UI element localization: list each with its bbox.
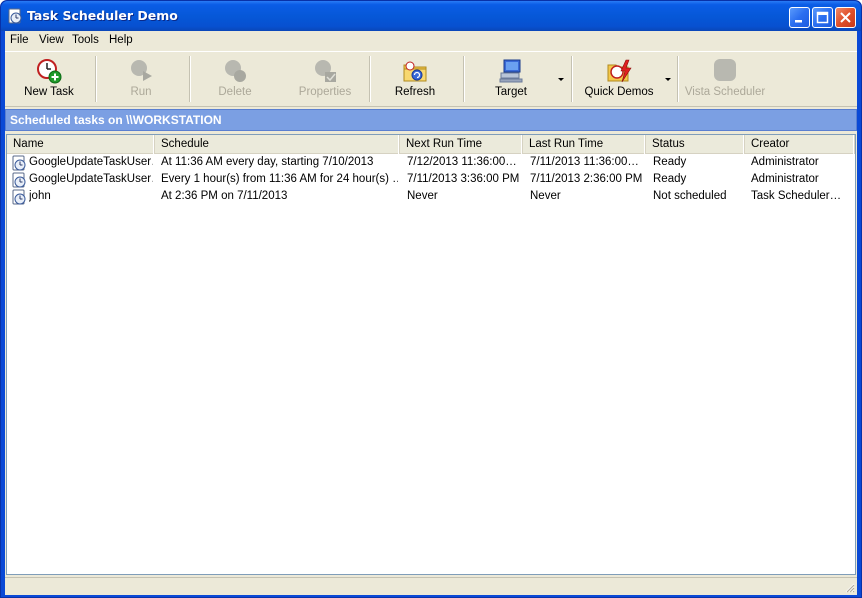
toolbar: New Task Run Delete Properties Refresh T… — [5, 51, 857, 107]
task-status: Ready — [653, 156, 687, 168]
table-row[interactable]: GoogleUpdateTaskUser… At 11:36 AM every … — [7, 155, 855, 172]
column-header-name[interactable]: Name — [7, 135, 155, 154]
refresh-label: Refresh — [394, 86, 436, 98]
column-header-creator[interactable]: Creator — [745, 135, 855, 154]
vista-scheduler-icon — [714, 59, 736, 81]
task-creator: Administrator — [751, 156, 819, 168]
minimize-button[interactable] — [789, 7, 810, 28]
maximize-button[interactable] — [812, 7, 833, 28]
task-schedule: At 2:36 PM on 7/11/2013 — [161, 190, 288, 202]
app-window: Task Scheduler Demo File View Tools Help — [0, 0, 862, 598]
window-title: Task Scheduler Demo — [27, 8, 178, 23]
menu-file[interactable]: File — [10, 34, 29, 46]
run-icon — [131, 60, 152, 81]
menu-bar: File View Tools Help — [5, 31, 857, 50]
delete-label: Delete — [218, 86, 252, 98]
vista-scheduler-label: Vista Scheduler — [684, 86, 766, 98]
column-header-last-run-time[interactable]: Last Run Time — [523, 135, 646, 154]
delete-icon — [225, 60, 246, 82]
refresh-button[interactable]: Refresh — [375, 52, 455, 106]
delete-button[interactable]: Delete — [195, 52, 275, 106]
computer-target-icon — [499, 59, 523, 83]
resize-grip-icon[interactable] — [843, 581, 855, 593]
task-status: Not scheduled — [653, 190, 727, 202]
refresh-folder-icon — [403, 61, 427, 82]
task-name: john — [29, 190, 51, 202]
quick-demos-dropdown-arrow-icon[interactable] — [665, 78, 671, 81]
task-next-run: 7/12/2013 11:36:00… — [407, 156, 517, 168]
maximize-icon — [816, 11, 829, 24]
table-row[interactable]: GoogleUpdateTaskUser… Every 1 hour(s) fr… — [7, 172, 855, 189]
toolbar-separator — [571, 56, 573, 102]
task-name: GoogleUpdateTaskUser… — [29, 156, 153, 168]
menu-help[interactable]: Help — [109, 34, 133, 46]
toolbar-separator — [369, 56, 371, 102]
column-header-schedule[interactable]: Schedule — [155, 135, 400, 154]
target-button[interactable]: Target — [471, 52, 551, 106]
task-list-header: Name Schedule Next Run Time Last Run Tim… — [7, 135, 855, 154]
task-creator: Task Scheduler… — [751, 190, 842, 202]
minimize-icon — [795, 20, 802, 23]
status-bar — [5, 577, 857, 595]
task-scheduler-app-icon — [8, 8, 22, 24]
toolbar-separator — [463, 56, 465, 102]
task-creator: Administrator — [751, 173, 819, 185]
close-icon — [840, 12, 851, 23]
target-dropdown-arrow-icon[interactable] — [558, 78, 564, 81]
task-list[interactable]: Name Schedule Next Run Time Last Run Tim… — [6, 134, 856, 575]
run-label: Run — [130, 86, 152, 98]
table-row[interactable]: john At 2:36 PM on 7/11/2013 Never Never… — [7, 189, 855, 206]
menu-tools[interactable]: Tools — [72, 34, 99, 46]
task-next-run: 7/11/2013 3:36:00 PM — [407, 173, 520, 185]
properties-label: Properties — [298, 86, 352, 98]
column-header-next-run-time[interactable]: Next Run Time — [400, 135, 523, 154]
task-last-run: 7/11/2013 11:36:00… — [530, 156, 639, 168]
scheduled-task-icon — [12, 189, 26, 205]
client-area: File View Tools Help New Task Run Delete… — [5, 31, 857, 595]
properties-icon — [315, 60, 336, 82]
task-last-run: Never — [530, 190, 561, 202]
menu-view[interactable]: View — [39, 34, 64, 46]
quick-demos-label: Quick Demos — [584, 86, 654, 98]
quick-demos-button[interactable]: Quick Demos — [577, 52, 661, 106]
vista-scheduler-button[interactable]: Vista Scheduler — [681, 52, 769, 106]
task-last-run: 7/11/2013 2:36:00 PM — [530, 173, 643, 185]
task-status: Ready — [653, 173, 687, 185]
toolbar-separator — [95, 56, 97, 102]
new-task-label: New Task — [24, 86, 74, 98]
task-schedule: Every 1 hour(s) from 11:36 AM for 24 hou… — [161, 173, 398, 185]
scheduled-task-icon — [12, 172, 26, 188]
close-button[interactable] — [835, 7, 856, 28]
run-button[interactable]: Run — [101, 52, 181, 106]
task-schedule: At 11:36 AM every day, starting 7/10/201… — [161, 156, 374, 168]
toolbar-separator — [189, 56, 191, 102]
task-name: GoogleUpdateTaskUser… — [29, 173, 153, 185]
title-bar[interactable]: Task Scheduler Demo — [1, 1, 861, 31]
task-next-run: Never — [407, 190, 438, 202]
properties-button[interactable]: Properties — [285, 52, 365, 106]
toolbar-separator — [677, 56, 679, 102]
new-task-button[interactable]: New Task — [9, 52, 89, 106]
clock-add-icon — [37, 59, 62, 84]
target-label: Target — [495, 86, 527, 98]
quick-demos-icon — [607, 59, 632, 83]
column-header-status[interactable]: Status — [646, 135, 745, 154]
scheduled-task-icon — [12, 155, 26, 171]
scheduled-tasks-banner: Scheduled tasks on \\WORKSTATION — [5, 109, 857, 131]
